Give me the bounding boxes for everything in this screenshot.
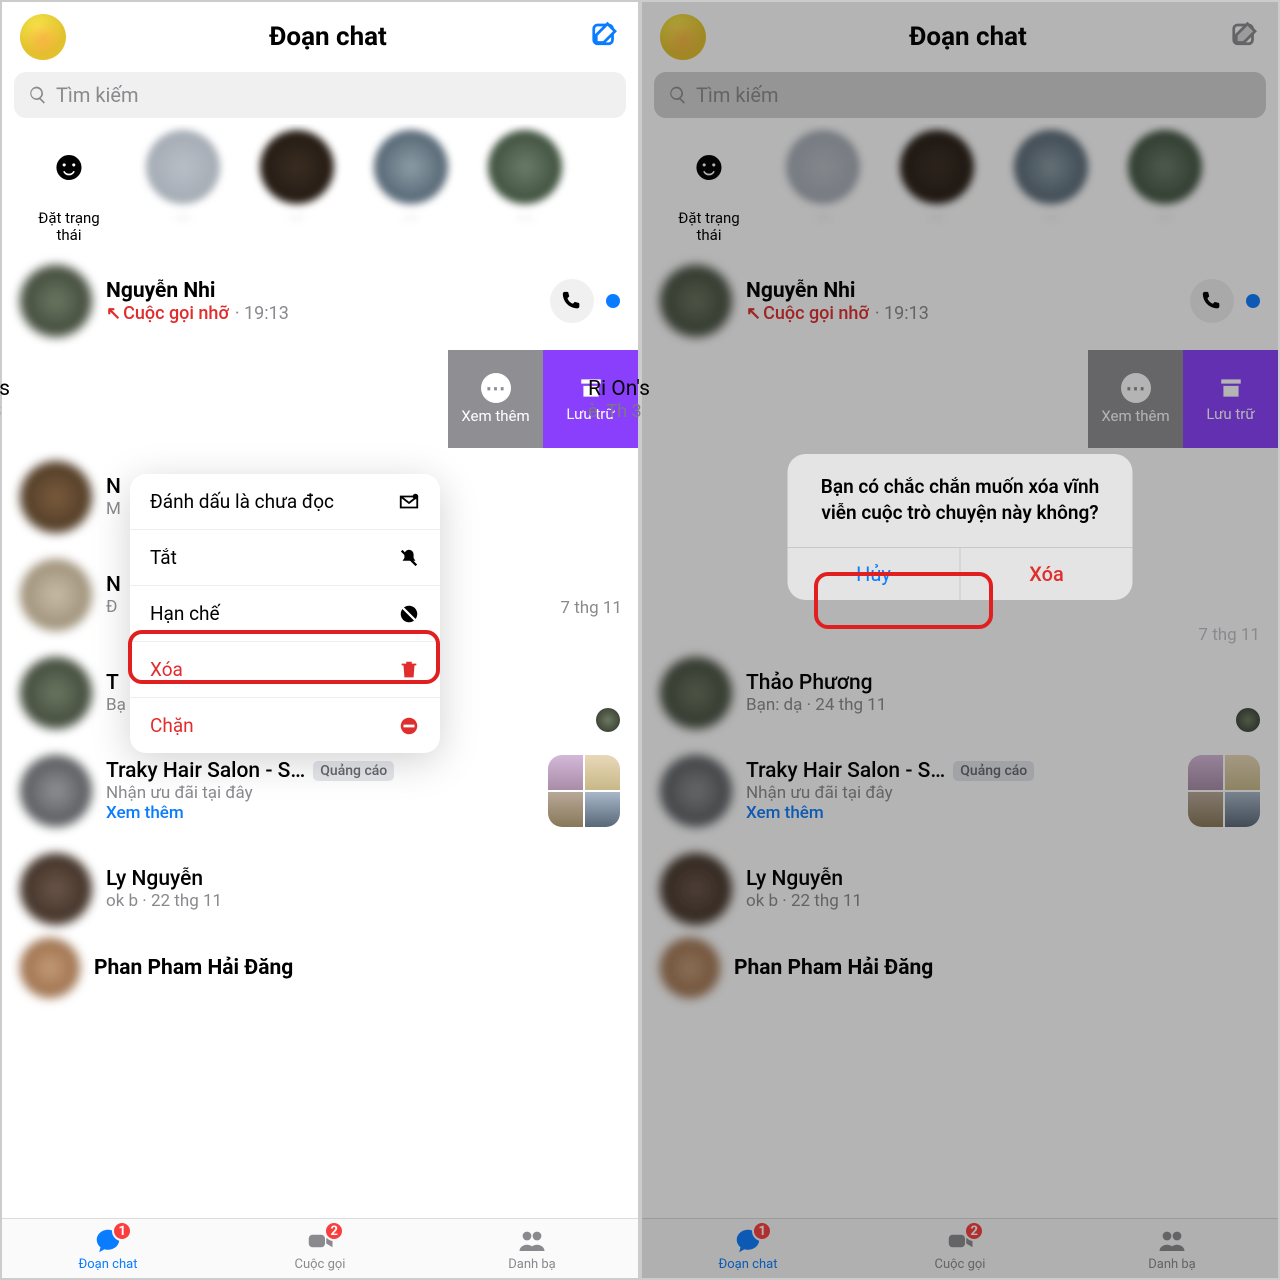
chat-name: Ly Nguyễn [106, 867, 620, 891]
menu-mute[interactable]: Tắt [130, 530, 440, 586]
profile-avatar[interactable] [20, 14, 66, 60]
menu-block[interactable]: Chặn [130, 698, 440, 753]
trash-icon [398, 659, 420, 681]
ad-thumbnail [548, 755, 620, 827]
modal-backdrop[interactable] [642, 2, 1278, 1278]
page-title: Đoạn chat [269, 22, 387, 52]
restrict-icon [398, 603, 420, 625]
more-icon [481, 373, 511, 403]
tab-chats[interactable]: 1 Đoạn chat [2, 1219, 214, 1278]
set-status-story[interactable]: Đặt trạng thái [12, 130, 126, 245]
see-more-link[interactable]: Xem thêm [106, 803, 548, 823]
search-icon [28, 85, 48, 105]
chat-name: Nguyễn Nhi [106, 279, 542, 303]
dialog-message: Bạn có chắc chắn muốn xóa vĩnh viễn cuộc… [788, 454, 1133, 547]
call-button[interactable] [550, 279, 594, 323]
contacts-icon [517, 1226, 547, 1256]
swipe-more-button[interactable]: Xem thêm [448, 350, 543, 448]
set-status-label: Đặt trạng thái [38, 210, 99, 245]
chat-badge: 1 [112, 1221, 132, 1241]
tab-bar: 1 Đoạn chat 2 Cuộc gọi Danh bạ [2, 1218, 638, 1278]
chat-item[interactable]: Phan Pham Hải Đăng [2, 938, 638, 998]
stories-row: Đặt trạng thái ···· ···· ···· ···· [2, 124, 638, 252]
search-input[interactable]: Tìm kiếm [14, 72, 626, 118]
story-item[interactable]: ···· [354, 130, 468, 227]
chat-name: Phan Pham Hải Đăng [94, 956, 620, 980]
story-item[interactable]: ···· [240, 130, 354, 227]
menu-mark-unread[interactable]: Đánh dấu là chưa đọc [130, 474, 440, 530]
mail-unread-icon [398, 491, 420, 513]
calls-badge: 2 [324, 1221, 344, 1241]
compose-icon [590, 20, 620, 50]
chat-item-swiped[interactable]: Ri On's è. Th 3 Xem thêm Lưu trữ [2, 350, 638, 448]
tab-calls[interactable]: 2 Cuộc gọi [214, 1219, 426, 1278]
chat-item-ad[interactable]: Traky Hair Salon - S…Quảng cáo Nhận ưu đ… [2, 742, 638, 840]
dialog-cancel-button[interactable]: Hủy [788, 548, 961, 600]
chat-item[interactable]: Ly Nguyễn ok b · 22 thg 11 [2, 840, 638, 938]
missed-call-label: Cuộc gọi nhỡ [106, 303, 229, 324]
story-item[interactable]: ···· [468, 130, 582, 227]
context-menu: Đánh dấu là chưa đọc Tắt Hạn chế Xóa Chặ… [130, 474, 440, 753]
seen-indicator [596, 708, 620, 732]
compose-button[interactable] [590, 20, 620, 54]
story-item[interactable]: ···· [126, 130, 240, 227]
chat-item[interactable]: Nguyễn Nhi Cuộc gọi nhỡ 19:13 [2, 252, 638, 350]
block-icon [398, 715, 420, 737]
menu-delete[interactable]: Xóa [130, 642, 440, 698]
phone-icon [561, 290, 583, 312]
confirm-dialog: Bạn có chắc chắn muốn xóa vĩnh viễn cuộc… [788, 454, 1133, 600]
mute-icon [398, 547, 420, 569]
dialog-delete-button[interactable]: Xóa [961, 548, 1133, 600]
tab-contacts[interactable]: Danh bạ [426, 1219, 638, 1278]
menu-restrict[interactable]: Hạn chế [130, 586, 440, 642]
search-placeholder: Tìm kiếm [56, 83, 139, 107]
unread-dot [606, 294, 620, 308]
ad-badge: Quảng cáo [313, 761, 394, 781]
chat-name: Traky Hair Salon - S… [106, 759, 305, 783]
